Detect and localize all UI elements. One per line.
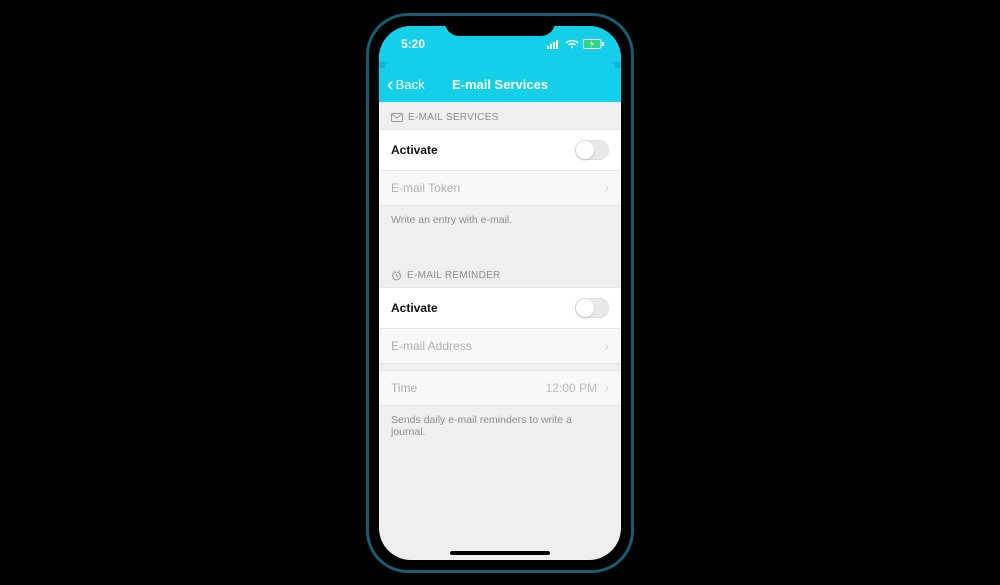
status-time: 5:20 — [401, 37, 425, 51]
email-token-label: E-mail Token — [391, 181, 460, 195]
chevron-right-icon: › — [605, 181, 609, 195]
email-address-label: E-mail Address — [391, 339, 472, 353]
section-footer-reminder: Sends daily e-mail reminders to write a … — [379, 406, 621, 456]
chevron-right-icon: › — [605, 339, 609, 353]
toggle-knob — [576, 299, 594, 317]
row-email-token[interactable]: E-mail Token › — [379, 171, 621, 206]
section-header-label: E-MAIL SERVICES — [408, 112, 499, 123]
section-footer-services: Write an entry with e-mail. — [379, 206, 621, 244]
row-time[interactable]: Time 12:00 PM › — [379, 370, 621, 406]
row-activate-services[interactable]: Activate — [379, 129, 621, 171]
wifi-icon — [565, 39, 579, 49]
toggle-knob — [576, 141, 594, 159]
settings-content: E-MAIL SERVICES Activate E-mail Token › … — [379, 102, 621, 456]
activate-reminder-label: Activate — [391, 301, 438, 315]
section-header-email-services: E-MAIL SERVICES — [379, 102, 621, 129]
time-value: 12:00 PM — [546, 381, 597, 395]
back-label: Back — [396, 77, 425, 92]
activate-services-toggle[interactable] — [575, 140, 609, 160]
alarm-clock-icon — [391, 270, 402, 281]
row-activate-reminder[interactable]: Activate — [379, 287, 621, 329]
envelope-icon — [391, 113, 403, 122]
section-header-label: E-MAIL REMINDER — [407, 270, 501, 281]
section-header-email-reminder: E-MAIL REMINDER — [379, 260, 621, 287]
nav-bar: ‹ Back E-mail Services — [379, 68, 621, 102]
phone-frame: 5:20 ‹ Back E-mail Services — [366, 13, 634, 573]
battery-charging-icon — [583, 39, 605, 49]
home-indicator[interactable] — [450, 551, 550, 555]
chevron-right-icon: › — [605, 381, 609, 395]
cellular-signal-icon — [547, 39, 561, 49]
time-label: Time — [391, 381, 417, 395]
back-button[interactable]: ‹ Back — [379, 75, 425, 95]
screen: 5:20 ‹ Back E-mail Services — [379, 26, 621, 560]
chevron-left-icon: ‹ — [387, 75, 394, 95]
device-notch — [445, 16, 555, 36]
row-email-address[interactable]: E-mail Address › — [379, 329, 621, 364]
activate-reminder-toggle[interactable] — [575, 298, 609, 318]
activate-services-label: Activate — [391, 143, 438, 157]
